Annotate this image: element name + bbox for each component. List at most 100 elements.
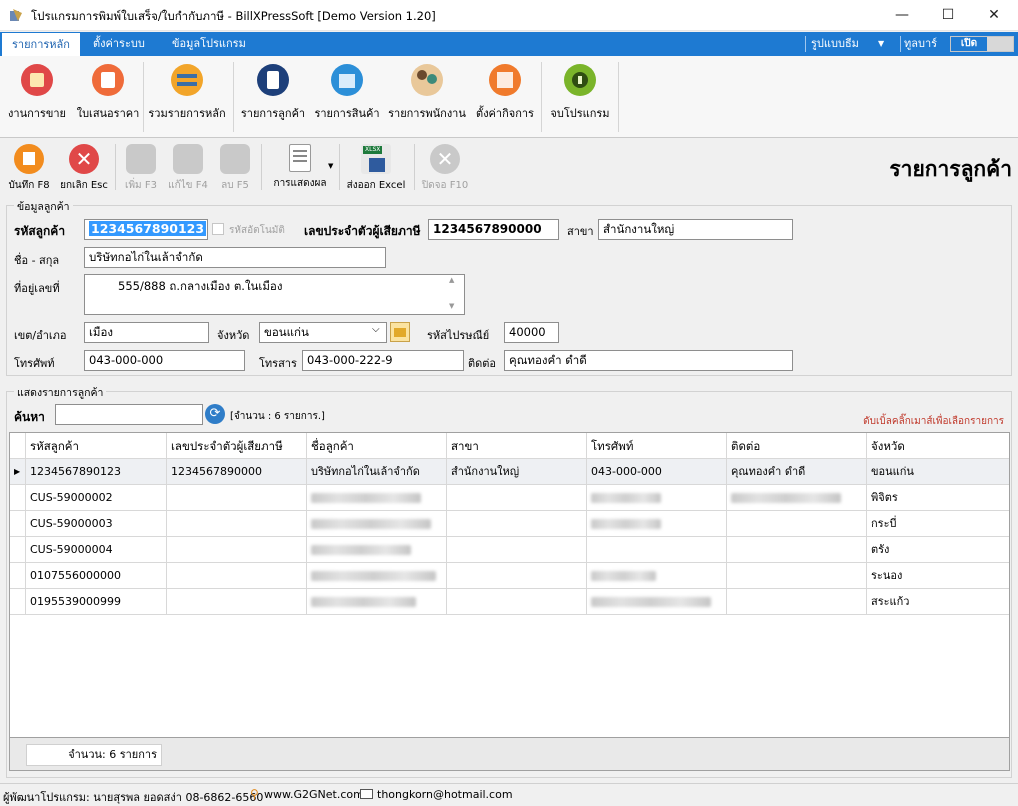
edit-button[interactable]: แก้ไข F4 (165, 144, 211, 193)
district-input[interactable]: เมือง (84, 322, 209, 343)
column-header[interactable]: ติดต่อ (727, 433, 867, 459)
column-header[interactable]: รหัสลูกค้า (26, 433, 167, 459)
scroll-down-icon[interactable]: ▼ (449, 302, 454, 310)
phone-input[interactable]: 043-000-000 (84, 350, 245, 371)
exit-program-button[interactable]: จบโปรแกรม (546, 64, 614, 122)
search-input[interactable] (55, 404, 203, 425)
redacted-text (731, 493, 841, 503)
row-header-corner (10, 433, 26, 459)
chevron-down-icon[interactable]: ▼ (328, 162, 333, 170)
cell-name (307, 563, 447, 589)
tab-system-settings[interactable]: ตั้งค่าระบบ (83, 32, 155, 56)
name-input[interactable]: บริษัทกอไก่ในเล้าจำกัด (84, 247, 386, 268)
fax-input[interactable]: 043-000-222-9 (302, 350, 464, 371)
column-header[interactable]: จังหวัด (867, 433, 1009, 459)
table-row[interactable]: CUS-59000004 ตรัง (10, 537, 1009, 563)
save-label: บันทึก F8 (8, 180, 50, 191)
cell-code: CUS-59000003 (26, 511, 167, 537)
cell-contact (727, 537, 867, 563)
customer-grid[interactable]: รหัสลูกค้า เลขประจำตัวผู้เสียภาษี ชื่อลู… (9, 432, 1010, 738)
minimize-button[interactable]: — (879, 0, 925, 31)
toggle-on-label: เปิด (951, 37, 987, 51)
cancel-button[interactable]: ✕ ยกเลิก Esc (56, 144, 112, 193)
address-textarea[interactable]: 555/888 ถ.กลางเมือง ต.ในเมือง (84, 274, 465, 315)
folder-icon[interactable] (390, 322, 410, 342)
sales-label: งานการขาย (8, 107, 66, 120)
edit-label: แก้ไข F4 (168, 180, 208, 191)
tab-program-info[interactable]: ข้อมูลโปรแกรม (162, 32, 256, 56)
quotation-icon (92, 64, 124, 96)
branch-input[interactable]: สำนักงานใหญ่ (598, 219, 793, 240)
table-row[interactable]: 0107556000000 ระนอง (10, 563, 1009, 589)
table-row[interactable]: ▶ 1234567890123 1234567890000 บริษัทกอไก… (10, 459, 1009, 485)
toolbar-separator (414, 144, 415, 190)
company-settings-button[interactable]: ตั้งค่ากิจการ (472, 64, 538, 122)
consolidate-button[interactable]: รวมรายการหลัก (146, 64, 228, 122)
cell-phone (587, 511, 727, 537)
customer-code-input[interactable]: 1234567890123 (84, 219, 208, 240)
customer-list-button[interactable]: รายการลูกค้า (238, 64, 308, 122)
employees-button[interactable]: รายการพนักงาน (385, 64, 469, 122)
delete-button[interactable]: ลบ F5 (214, 144, 256, 193)
website-link[interactable]: www.G2GNet.com (264, 788, 364, 801)
column-header[interactable]: สาขา (447, 433, 587, 459)
products-button[interactable]: รายการสินค้า (312, 64, 382, 122)
table-row[interactable]: CUS-59000003 กระบี่ (10, 511, 1009, 537)
cell-branch (447, 563, 587, 589)
contact-input[interactable]: คุณทองคำ ดำดี (504, 350, 793, 371)
cell-name (307, 589, 447, 615)
redacted-text (311, 597, 416, 607)
location-pin-icon: ⚲ (250, 787, 259, 801)
tab-separator (900, 36, 901, 52)
table-row[interactable]: CUS-59000002 พิจิตร (10, 485, 1009, 511)
cell-branch: สำนักงานใหญ่ (447, 459, 587, 485)
add-button[interactable]: เพิ่ม F3 (120, 144, 162, 193)
tab-main-list[interactable]: รายการหลัก (2, 32, 80, 56)
table-row[interactable]: 0195539000999 สระแก้ว (10, 589, 1009, 615)
refresh-icon[interactable]: ⟳ (205, 404, 225, 424)
document-icon (289, 144, 311, 172)
export-excel-button[interactable]: XLSX ส่งออก Excel (344, 144, 408, 193)
transfer-icon (171, 64, 203, 96)
cell-code: CUS-59000002 (26, 485, 167, 511)
auto-code-checkbox[interactable] (212, 223, 224, 235)
sales-icon (21, 64, 53, 96)
cell-phone (587, 589, 727, 615)
address-label: ที่อยู่เลขที่ (14, 282, 60, 295)
cell-tax (167, 589, 307, 615)
save-button[interactable]: บันทึก F8 (4, 144, 54, 193)
quotation-button[interactable]: ใบเสนอราคา (74, 64, 142, 122)
search-label: ค้นหา (14, 410, 45, 424)
cell-contact (727, 485, 867, 511)
display-options-button[interactable]: การแสดงผล (268, 144, 332, 191)
close-screen-button[interactable]: ✕ ปิดจอ F10 (420, 144, 470, 193)
row-header (10, 537, 26, 563)
close-window-button[interactable]: ✕ (971, 0, 1017, 31)
ribbon-separator (618, 62, 619, 132)
email-link[interactable]: thongkorn@hotmail.com (377, 788, 513, 801)
cell-code: 1234567890123 (26, 459, 167, 485)
column-header[interactable]: เลขประจำตัวผู้เสียภาษี (167, 433, 307, 459)
cell-branch (447, 589, 587, 615)
double-click-hint: ดับเบิ้ลคลิ๊กเมาส์เพื่อเลือกรายการ (863, 416, 1004, 427)
sales-button[interactable]: งานการขาย (6, 64, 68, 122)
grid-footer: จำนวน: 6 รายการ (9, 738, 1010, 771)
chevron-down-icon[interactable]: ▼ (878, 32, 884, 56)
chevron-down-icon[interactable]: ⌵ (372, 324, 380, 335)
cell-name (307, 511, 447, 537)
cell-branch (447, 485, 587, 511)
cell-tax (167, 537, 307, 563)
close-icon: ✕ (430, 144, 460, 174)
column-header[interactable]: ชื่อลูกค้า (307, 433, 447, 459)
excel-export-icon: XLSX (361, 144, 391, 174)
email-icon (360, 789, 373, 799)
province-select[interactable]: ขอนแก่น (259, 322, 387, 343)
postcode-input[interactable]: 40000 (504, 322, 559, 343)
maximize-button[interactable]: ☐ (925, 0, 971, 31)
scroll-up-icon[interactable]: ▲ (449, 276, 454, 284)
tax-id-input[interactable]: 1234567890000 (428, 219, 559, 240)
toolbar-toggle-switch[interactable]: เปิด (950, 36, 1014, 52)
theme-dropdown[interactable]: รูปแบบธีม (811, 32, 859, 56)
current-row-indicator: ▶ (10, 459, 26, 485)
column-header[interactable]: โทรศัพท์ (587, 433, 727, 459)
